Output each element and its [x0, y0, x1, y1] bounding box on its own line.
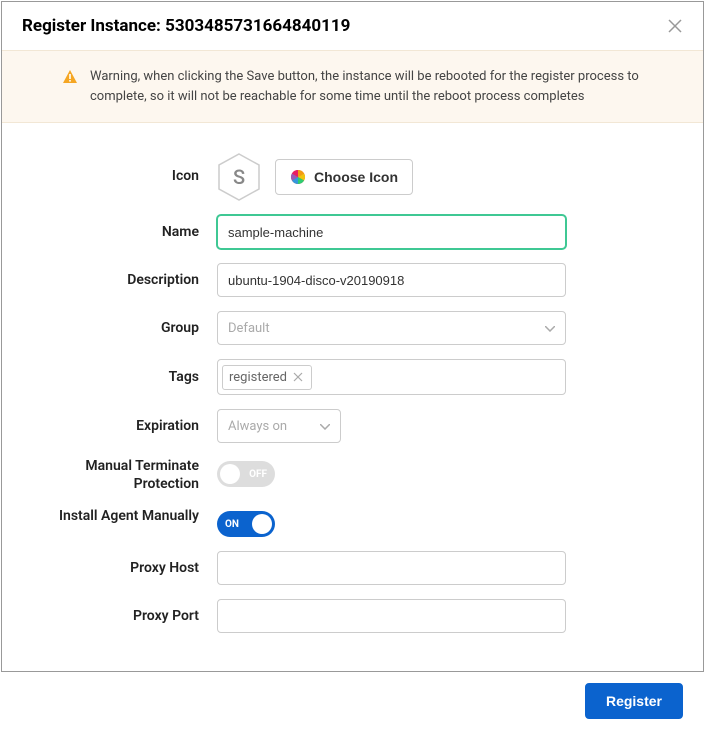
chevron-down-icon	[320, 419, 330, 434]
modal-header: Register Instance: 5303485731664840119	[2, 2, 703, 50]
toggle-knob	[220, 464, 240, 484]
warning-bar: Warning, when clicking the Save button, …	[2, 50, 703, 123]
tag-label: registered	[229, 370, 287, 385]
proxy-host-input[interactable]	[217, 551, 566, 585]
row-name: Name	[22, 215, 683, 249]
choose-icon-button[interactable]: Choose Icon	[275, 159, 413, 195]
row-icon: Icon S	[22, 153, 683, 201]
row-tags: Tags registered	[22, 359, 683, 395]
toggle-on-label: ON	[225, 519, 239, 530]
label-proxy-port: Proxy Port	[22, 607, 217, 625]
register-button[interactable]: Register	[585, 683, 683, 719]
install-agent-toggle[interactable]: ON	[217, 511, 275, 537]
group-select[interactable]: Default	[217, 311, 566, 345]
warning-text: Warning, when clicking the Save button, …	[90, 67, 643, 106]
label-expiration: Expiration	[22, 417, 217, 435]
row-proxy-port: Proxy Port	[22, 599, 683, 633]
choose-icon-label: Choose Icon	[314, 169, 398, 185]
modal-title: Register Instance: 5303485731664840119	[22, 16, 350, 36]
row-expiration: Expiration Always on	[22, 409, 683, 443]
row-proxy-host: Proxy Host	[22, 551, 683, 585]
tag-item: registered	[222, 365, 312, 390]
label-name: Name	[22, 223, 217, 241]
warning-icon	[62, 69, 78, 85]
row-group: Group Default	[22, 311, 683, 345]
group-selected: Default	[228, 321, 270, 336]
label-icon: Icon	[22, 153, 217, 185]
register-instance-modal: Register Instance: 5303485731664840119 W…	[1, 1, 704, 672]
tags-input[interactable]: registered	[217, 359, 566, 395]
proxy-port-input[interactable]	[217, 599, 566, 633]
label-install-agent: Install Agent Manually	[22, 507, 217, 525]
color-wheel-icon	[290, 169, 306, 185]
label-description: Description	[22, 271, 217, 289]
row-install-agent: Install Agent Manually ON	[22, 507, 683, 537]
toggle-off-label: OFF	[249, 469, 267, 480]
row-description: Description	[22, 263, 683, 297]
expiration-select[interactable]: Always on	[217, 409, 341, 443]
description-input[interactable]	[217, 263, 566, 297]
close-icon[interactable]	[667, 18, 683, 34]
manual-terminate-toggle[interactable]: OFF	[217, 461, 275, 487]
toggle-knob	[252, 514, 272, 534]
form-body: Icon S	[2, 123, 703, 667]
modal-footer: Register	[2, 667, 703, 735]
label-group: Group	[22, 319, 217, 337]
name-input[interactable]	[217, 215, 566, 249]
tag-remove-icon[interactable]	[293, 371, 305, 383]
icon-hexagon: S	[217, 153, 261, 201]
row-manual-terminate: Manual Terminate Protection OFF	[22, 457, 683, 493]
label-tags: Tags	[22, 368, 217, 386]
label-proxy-host: Proxy Host	[22, 559, 217, 577]
label-manual-terminate: Manual Terminate Protection	[22, 457, 217, 493]
chevron-down-icon	[545, 321, 555, 336]
expiration-selected: Always on	[228, 419, 287, 434]
